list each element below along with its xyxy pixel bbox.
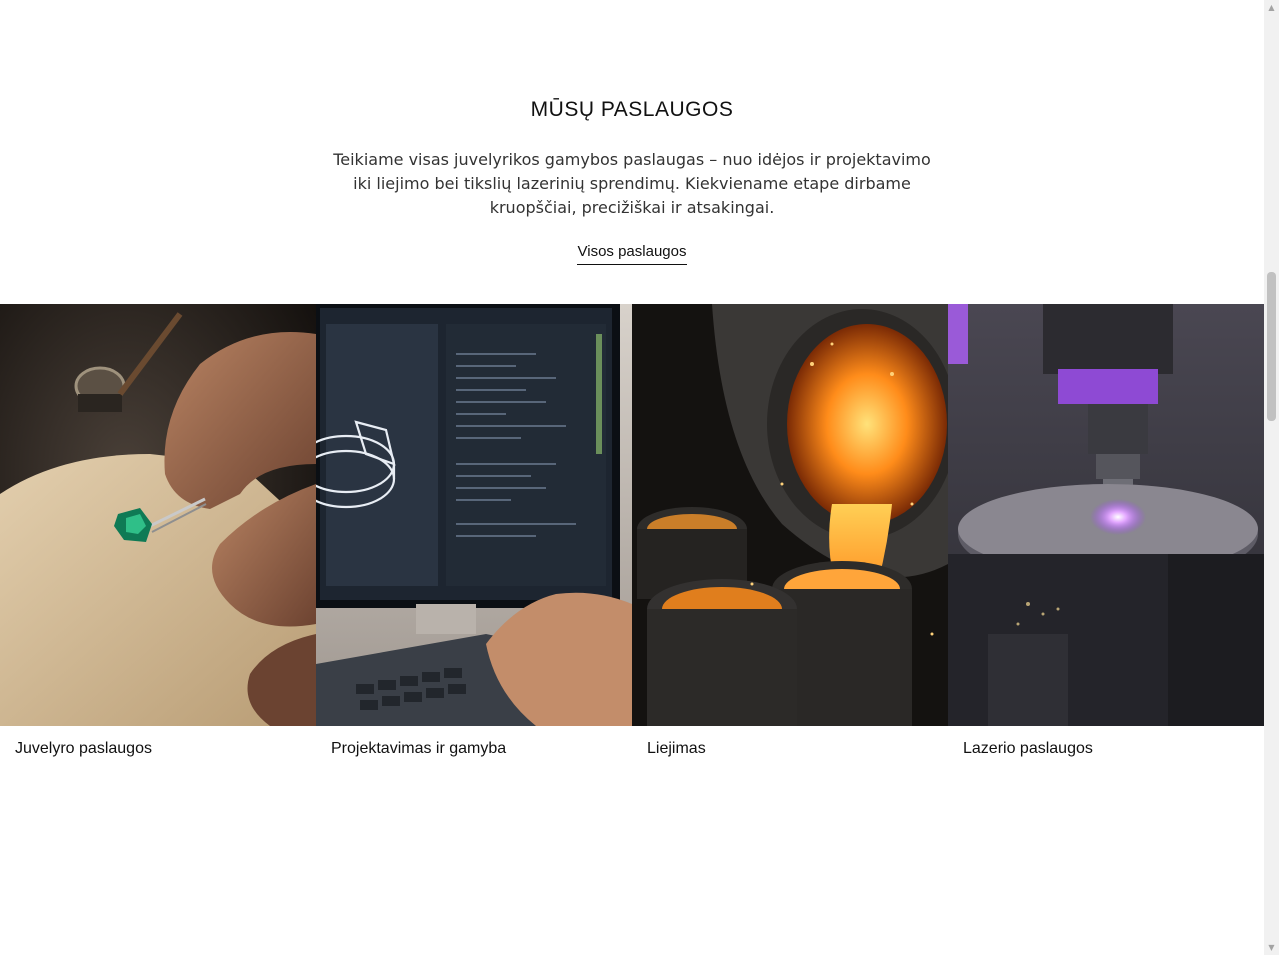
cad-ring-monitor-photo	[316, 304, 632, 726]
service-card-casting[interactable]	[632, 304, 948, 726]
service-label-design[interactable]: Projektavimas ir gamyba	[316, 740, 632, 758]
scrollbar-thumb[interactable]	[1267, 272, 1276, 421]
all-services-link[interactable]: Visos paslaugos	[577, 243, 687, 265]
section-lead: Teikiame visas juvelyrikos gamybos pasla…	[333, 150, 931, 217]
scroll-down-arrow-icon[interactable]: ▼	[1264, 940, 1279, 955]
section-title: MŪSŲ PASLAUGOS	[530, 98, 734, 121]
service-card-laser[interactable]	[948, 304, 1264, 726]
page: MŪSŲ PASLAUGOS Teikiame visas juvelyriko…	[0, 0, 1264, 955]
services-captions: Juvelyro paslaugos Projektavimas ir gamy…	[0, 740, 1264, 758]
service-label-laser[interactable]: Lazerio paslaugos	[948, 740, 1264, 758]
jeweler-hands-emerald-photo	[0, 304, 316, 726]
laser-engraving-machine-photo	[948, 304, 1264, 726]
molten-metal-pouring-photo	[632, 304, 948, 726]
service-label-casting[interactable]: Liejimas	[632, 740, 948, 758]
service-label-jeweler[interactable]: Juvelyro paslaugos	[0, 740, 316, 758]
service-card-jeweler[interactable]	[0, 304, 316, 726]
service-card-design[interactable]	[316, 304, 632, 726]
vertical-scrollbar[interactable]: ▲ ▼	[1264, 0, 1279, 955]
services-grid	[0, 304, 1264, 726]
scroll-up-arrow-icon[interactable]: ▲	[1264, 0, 1279, 15]
